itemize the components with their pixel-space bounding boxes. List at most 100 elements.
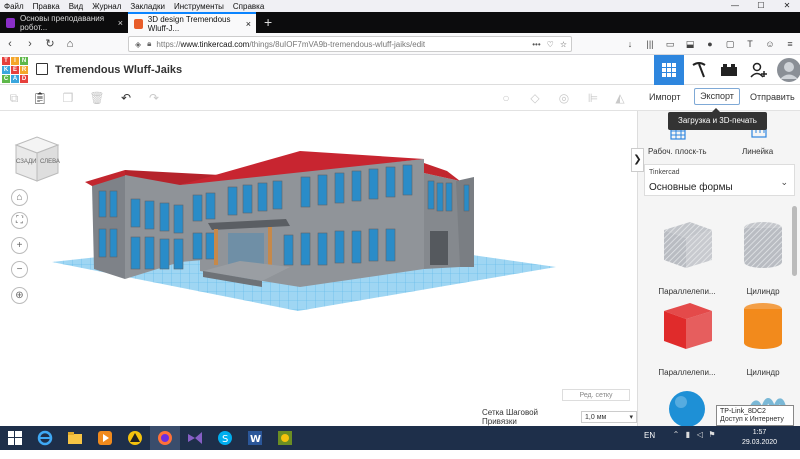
hole-icon[interactable]: ◎ <box>556 90 572 106</box>
home-nav-icon[interactable]: ⌂ <box>60 38 80 50</box>
tray-volume-icon[interactable]: ◁ <box>694 430 706 439</box>
paste-icon[interactable]: 📋︎ <box>32 90 48 106</box>
edit-toolbar: ⧉ 📋︎ ❐ 🗑︎ ↶ ↷ ○ ◇ ◎ ⊫ ◭ Импорт Экспорт О… <box>0 85 800 111</box>
skype-icon[interactable]: S <box>210 426 240 450</box>
building-left-wing <box>92 175 125 279</box>
word-icon[interactable]: W <box>240 426 270 450</box>
logo-letter: R <box>20 66 28 74</box>
design-list-icon[interactable] <box>36 63 48 75</box>
start-button[interactable] <box>0 426 30 450</box>
toolbar-extension-icon-3[interactable]: ⬓ <box>680 36 700 52</box>
add-user-icon[interactable] <box>744 55 774 85</box>
menu-bar: Файл Правка Вид Журнал Закладки Инструменты Сп… <box>0 0 800 12</box>
language-indicator[interactable]: EN <box>644 431 655 440</box>
minimize-icon[interactable]: — <box>722 0 748 12</box>
workplane-viewport[interactable]: СЗАДИ СЛЕВА ⌂ ⛶ + − ⊕ Ред. сетку Сетка Ш… <box>0 111 637 426</box>
export-button[interactable]: Экспорт <box>694 88 740 105</box>
menu-item-4[interactable]: Закладки <box>130 2 165 11</box>
shape-box[interactable]: Параллелепи... <box>652 216 722 296</box>
snap-grid-row: Сетка Шаговой Привязки 1,0 мм <box>482 408 637 426</box>
browser-tab-0[interactable]: Основы преподавания робот... × <box>0 12 128 33</box>
logo-letter: C <box>2 75 10 83</box>
shape-box[interactable]: Параллелепи... <box>652 297 722 377</box>
send-button[interactable]: Отправить <box>746 90 799 104</box>
design-title[interactable]: Tremendous Wluff-Jaiks <box>55 64 182 76</box>
3d-design-grid-icon[interactable] <box>654 55 684 85</box>
mirror-icon[interactable]: ◭ <box>612 90 628 106</box>
maximize-icon[interactable]: ☐ <box>748 0 774 12</box>
pickaxe-icon[interactable] <box>684 55 714 85</box>
clock[interactable]: 1:57 29.03.2020 <box>742 428 777 448</box>
lock-icon: 🔒︎ <box>147 39 152 48</box>
menu-item-2[interactable]: Вид <box>69 2 83 11</box>
tray-flag-icon[interactable]: ⚑ <box>706 430 718 439</box>
tab-title: Основы преподавания робот... <box>19 13 105 32</box>
ruler-button[interactable]: Линейка <box>742 147 773 156</box>
tray-up-icon[interactable]: ⌃ <box>670 430 682 439</box>
tab-close-icon[interactable]: × <box>118 18 123 28</box>
shape-icon[interactable]: ◇ <box>527 90 543 106</box>
duplicate-icon[interactable]: ❐ <box>60 90 76 106</box>
panel-scrollbar[interactable] <box>792 206 797 276</box>
import-button[interactable]: Импорт <box>645 90 684 104</box>
pocket-icon[interactable]: ♡ <box>547 40 554 49</box>
menu-item-5[interactable]: Инструменты <box>174 2 224 11</box>
menu-item-3[interactable]: Журнал <box>92 2 121 11</box>
bricks-icon[interactable] <box>714 55 744 85</box>
game-icon[interactable] <box>270 426 300 450</box>
reload-icon[interactable]: ↻ <box>40 37 60 50</box>
undo-icon[interactable]: ↶ <box>118 90 134 106</box>
visual-studio-icon[interactable] <box>180 426 210 450</box>
url-host: www.tinkercad.com <box>180 39 250 49</box>
close-window-icon[interactable]: ✕ <box>774 0 800 12</box>
toolbar-extension-icon-8[interactable]: ≡ <box>780 36 800 52</box>
tab-title: 3D design Tremendous Wluff-J... <box>147 14 231 33</box>
clock-date: 29.03.2020 <box>742 439 778 446</box>
tab-close-icon[interactable]: × <box>246 19 251 29</box>
edit-grid-button[interactable]: Ред. сетку <box>562 389 630 401</box>
collapse-panel-button[interactable]: ❯ <box>631 148 644 172</box>
align-icon[interactable]: ⊫ <box>585 90 601 106</box>
light-bulb-icon[interactable]: ○ <box>498 90 514 106</box>
redo-icon[interactable]: ↷ <box>146 90 162 106</box>
media-player-icon[interactable] <box>90 426 120 450</box>
page-actions-icon[interactable]: ••• <box>532 40 540 49</box>
bookmark-star-icon[interactable]: ☆ <box>560 40 567 49</box>
toolbar-extension-icon-0[interactable]: ↓ <box>620 36 640 52</box>
toolbar-extension-icon-6[interactable]: T <box>740 36 760 52</box>
shape-cylinder[interactable]: Цилиндр <box>728 216 798 296</box>
tinkercad-logo[interactable]: TIN KER CAD <box>2 57 28 83</box>
menu-item-6[interactable]: Справка <box>233 2 264 11</box>
toolbar-extension-icon-7[interactable]: ☺ <box>760 36 780 52</box>
toolbar-extension-icon-1[interactable]: ||| <box>640 36 660 52</box>
shape-cylinder[interactable]: Цилиндр <box>728 297 798 377</box>
explorer-icon[interactable] <box>60 426 90 450</box>
back-icon[interactable]: ‹ <box>0 38 20 50</box>
avatar[interactable] <box>774 55 800 85</box>
firefox-icon[interactable] <box>150 426 180 450</box>
shape-label: Параллелепи... <box>658 368 716 377</box>
network-status: Доступ к Интернету <box>720 416 784 423</box>
snap-grid-select[interactable]: 1,0 мм <box>581 411 637 423</box>
shape-label: Цилиндр <box>746 368 780 377</box>
tray-network-icon[interactable]: ▮ <box>682 430 694 439</box>
workplane-button[interactable]: Рабоч. плоск-ть <box>648 147 707 156</box>
toolbar-extension-icon-4[interactable]: ● <box>700 36 720 52</box>
ie-icon[interactable] <box>30 426 60 450</box>
toolbar-extension-icon-2[interactable]: ▭ <box>660 36 680 52</box>
url-bar[interactable]: ◈ 🔒︎ https:// www.tinkercad.com /things/… <box>128 36 572 52</box>
delete-icon[interactable]: 🗑︎ <box>89 90 105 106</box>
svg-text:S: S <box>222 434 228 445</box>
network-tooltip: TP-Link_8DC2 Доступ к Интернету <box>716 405 794 426</box>
scene-3d[interactable] <box>0 111 637 426</box>
forward-icon[interactable]: › <box>20 38 40 50</box>
system-tray: ⌃ ▮ ◁ ⚑ <box>670 430 718 439</box>
new-tab-button[interactable]: + <box>256 12 280 33</box>
media-app-icon[interactable] <box>120 426 150 450</box>
menu-item-0[interactable]: Файл <box>4 2 24 11</box>
shape-library-select[interactable]: Tinkercad Основные формы ⌄ <box>644 164 795 196</box>
browser-tab-1[interactable]: 3D design Tremendous Wluff-J... × <box>128 12 256 33</box>
menu-item-1[interactable]: Правка <box>33 2 60 11</box>
toolbar-extension-icon-5[interactable]: ▢ <box>720 36 740 52</box>
copy-icon[interactable]: ⧉ <box>6 90 22 106</box>
